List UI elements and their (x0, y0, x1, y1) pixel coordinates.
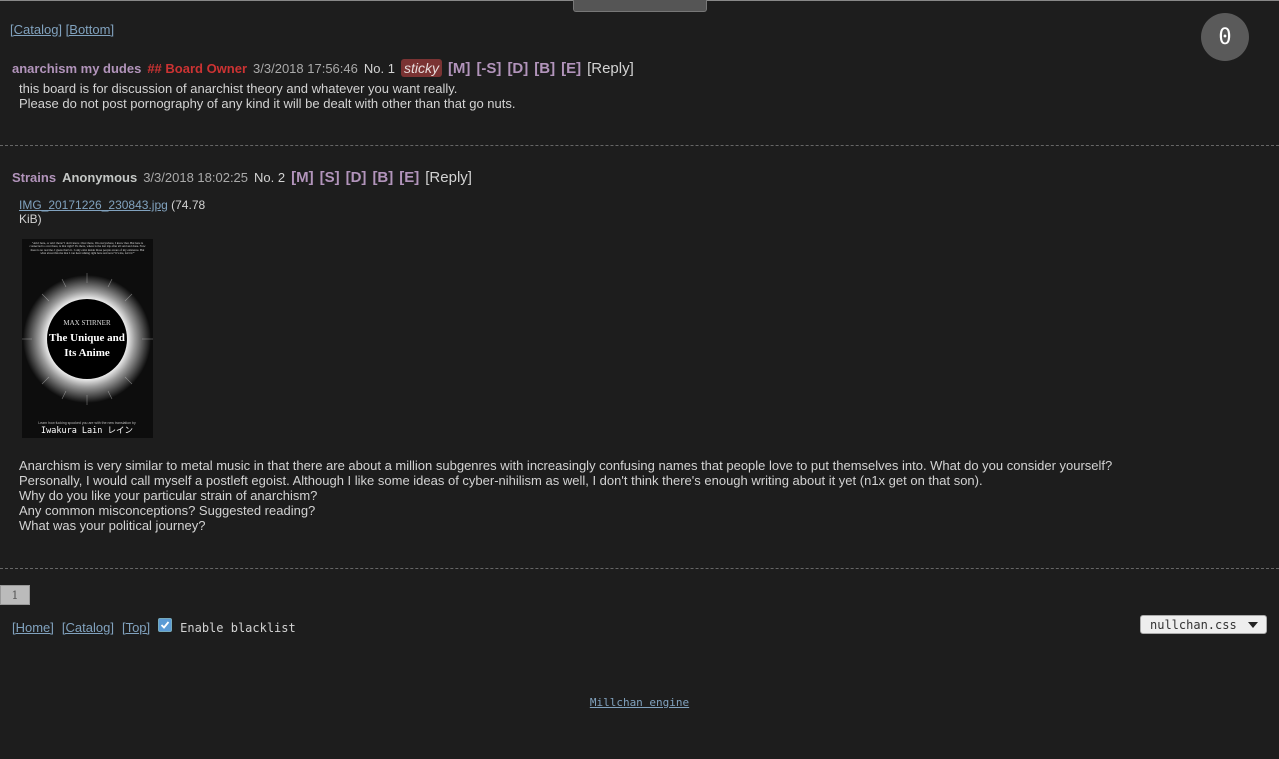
top-navigation: [Catalog] [Bottom] (10, 22, 114, 37)
post-subject: anarchism my dudes (12, 60, 142, 76)
post-separator (0, 145, 1279, 146)
file-link[interactable]: IMG_20171226_230843.jpg (19, 198, 168, 212)
file-info: IMG_20171226_230843.jpg (74.78 KiB) (19, 198, 205, 226)
post-line: Please do not post pornography of any ki… (19, 96, 516, 111)
reply-link[interactable]: [Reply] (587, 60, 634, 77)
home-link[interactable]: [Home] (12, 620, 54, 635)
blacklist-label: Enable blacklist (180, 620, 296, 635)
post-line: Personally, I would call myself a postle… (19, 473, 983, 488)
post-body: this board is for discussion of anarchis… (19, 81, 515, 111)
book-cover-image: "Am I here, or am I there? I don't know.… (22, 239, 153, 438)
top-link[interactable]: [Top] (122, 620, 150, 635)
post-body: Anarchism is very similar to metal music… (19, 458, 1112, 533)
delete-button[interactable]: [D] (507, 60, 528, 77)
post-line: What was your political journey? (19, 518, 206, 533)
top-drawer-handle[interactable] (573, 0, 707, 12)
cover-translator: Iwakura Lain レイン (41, 426, 133, 436)
checkmark-icon (161, 620, 170, 629)
cover-title-line2: Its Anime (64, 347, 110, 359)
cover-author: MAX STIRNER (63, 319, 111, 327)
stylesheet-value: nullchan.css (1150, 617, 1237, 632)
catalog-link[interactable]: [Catalog] (62, 620, 114, 635)
catalog-link[interactable]: [Catalog] (10, 22, 62, 37)
post-header: Strains Anonymous 3/3/2018 18:02:25 No. … (12, 169, 472, 186)
bottom-link[interactable]: [Bottom] (66, 22, 114, 37)
move-button[interactable]: [M] (291, 169, 314, 186)
post-line: Any common misconceptions? Suggested rea… (19, 503, 316, 518)
post-line: this board is for discussion of anarchis… (19, 81, 458, 96)
delete-button[interactable]: [D] (346, 169, 367, 186)
post-line: Anarchism is very similar to metal music… (19, 458, 1113, 473)
cover-title-line1: The Unique and (49, 332, 125, 344)
ban-button[interactable]: [B] (372, 169, 393, 186)
post-date: 3/3/2018 17:56:46 (253, 60, 358, 76)
page-button-1[interactable]: 1 (0, 585, 30, 605)
unsticky-button[interactable]: [-S] (476, 60, 501, 77)
reply-link[interactable]: [Reply] (425, 169, 472, 186)
footer-navigation: [Home] [Catalog] [Top] Enable blacklist (12, 617, 296, 635)
ban-button[interactable]: [B] (534, 60, 555, 77)
cover-quote: "Am I here, or am I there? I don't know.… (29, 242, 146, 256)
sticky-button[interactable]: [S] (320, 169, 340, 186)
post-header: anarchism my dudes ## Board Owner 3/3/20… (12, 59, 634, 77)
post-number[interactable]: No. 1 (364, 61, 395, 76)
post-date: 3/3/2018 18:02:25 (143, 170, 249, 185)
engine-link[interactable]: Millchan engine (590, 696, 689, 709)
poster-name: Anonymous (62, 170, 138, 185)
edit-button[interactable]: [E] (399, 169, 419, 186)
chevron-down-icon (1248, 622, 1258, 628)
sticky-badge: sticky (400, 59, 442, 77)
engine-credit: Millchan engine (0, 696, 1279, 709)
cover-small-text: Learn how fucking spooked you are with t… (38, 421, 136, 425)
move-button[interactable]: [M] (448, 60, 471, 77)
capcode-badge: ## Board Owner (147, 60, 248, 76)
blacklist-checkbox[interactable] (158, 617, 173, 632)
edit-button[interactable]: [E] (561, 60, 581, 77)
post-line: Why do you like your particular strain o… (19, 488, 318, 503)
post-separator (0, 568, 1279, 569)
file-size-unit: KiB) (19, 212, 42, 226)
notification-counter[interactable]: 0 (1201, 13, 1249, 61)
file-size: (74.78 (171, 198, 206, 212)
post-subject: Strains (12, 170, 57, 185)
post-number[interactable]: No. 2 (254, 170, 285, 185)
post-image-thumbnail[interactable]: "Am I here, or am I there? I don't know.… (22, 239, 153, 438)
stylesheet-select[interactable]: nullchan.css (1140, 615, 1267, 634)
